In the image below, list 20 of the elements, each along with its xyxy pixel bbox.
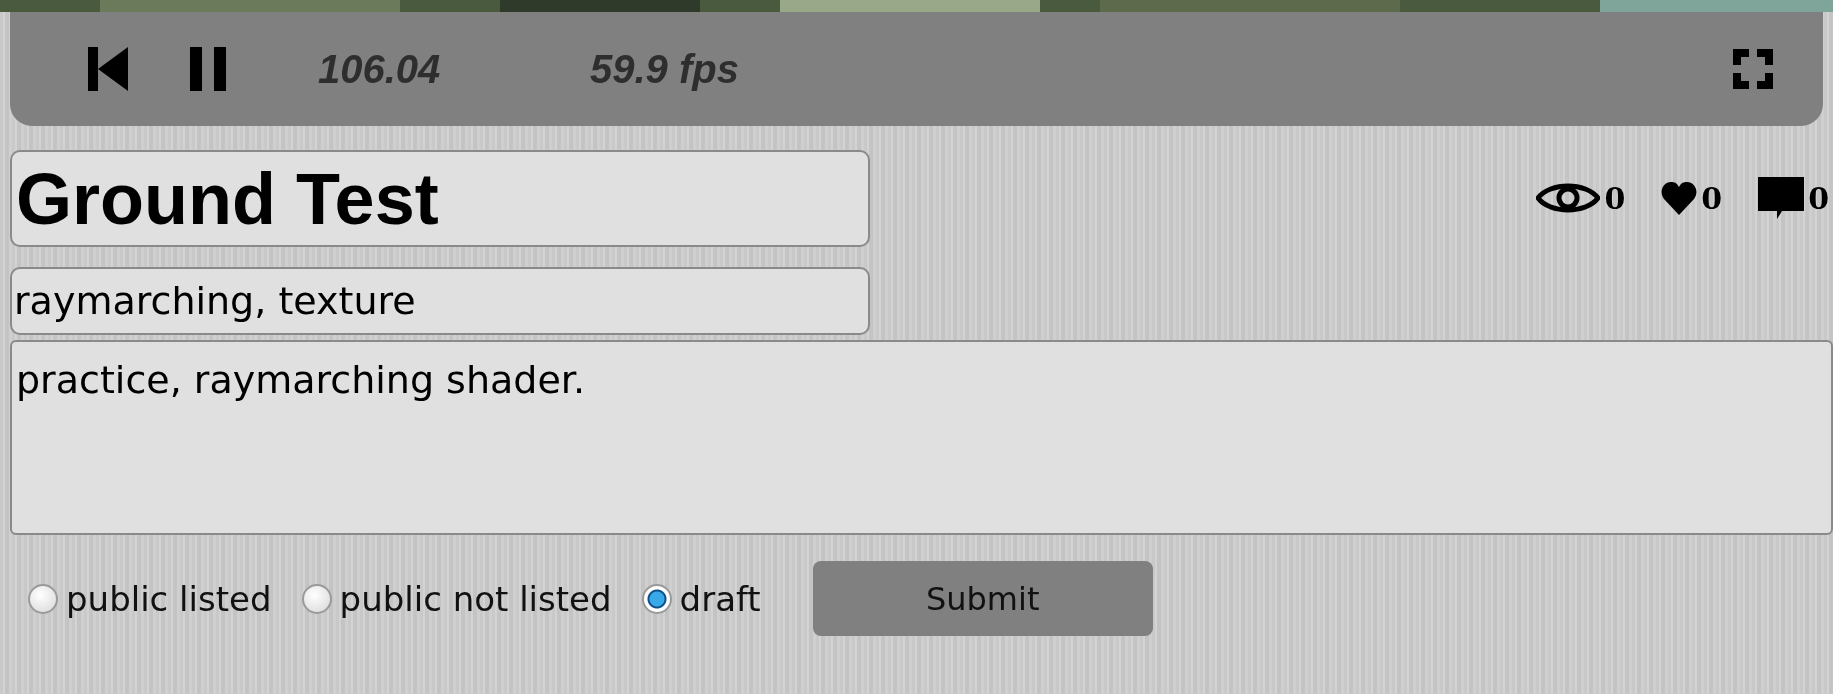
radio-button[interactable] <box>28 583 58 614</box>
description-field[interactable]: practice, raymarching shader. <box>10 340 1833 535</box>
radio-label[interactable]: public not listed <box>339 578 612 619</box>
tags-field[interactable]: raymarching, texture <box>10 267 870 335</box>
fullscreen-icon[interactable] <box>1733 49 1773 89</box>
count-label: 0 <box>1701 180 1723 216</box>
pause-icon[interactable] <box>190 47 226 91</box>
radio-button[interactable] <box>641 583 672 614</box>
radio-label[interactable]: public listed <box>66 578 272 619</box>
radio-button[interactable] <box>301 583 332 614</box>
radio-label[interactable]: draft <box>679 578 761 619</box>
title-field[interactable]: Ground Test <box>10 150 870 247</box>
heart-icon <box>1661 181 1698 215</box>
fps-readout: 59.9 fps <box>590 46 739 92</box>
comment-icon <box>1758 177 1805 219</box>
time-readout: 106.04 <box>318 46 442 92</box>
count-label: 0 <box>1604 180 1626 216</box>
submit-button[interactable]: Submit <box>812 561 1153 636</box>
rewind-icon[interactable] <box>88 47 128 91</box>
count-label: 0 <box>1808 180 1829 216</box>
